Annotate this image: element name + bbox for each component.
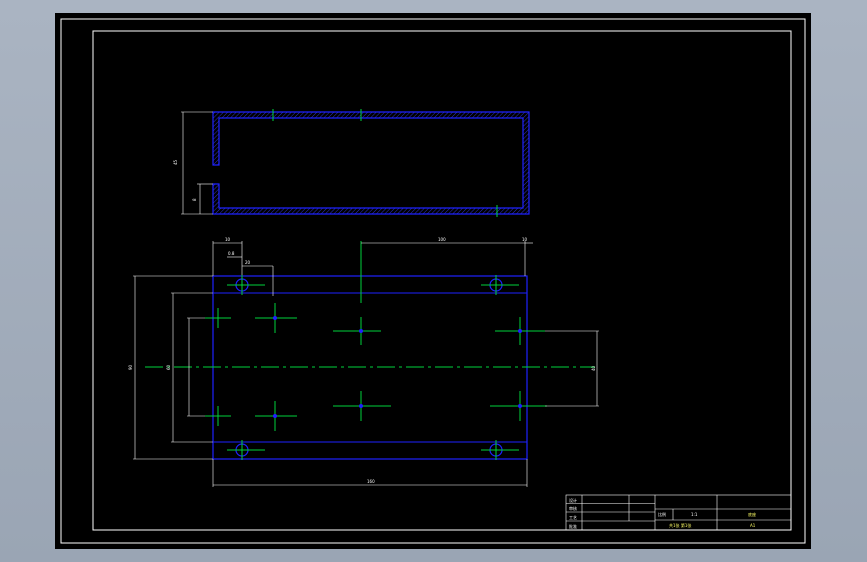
cad-viewport[interactable]: 45 8 10 0.8 20 100 10 90 60 40 160 设计 审核… — [55, 13, 811, 549]
plan-view: 10 0.8 20 100 10 90 60 40 160 — [128, 237, 599, 487]
title-row-4: 批准 — [569, 523, 577, 529]
sheet-outer-border — [60, 18, 806, 544]
dim-bottom-width: 160 — [367, 479, 375, 484]
dim-top-small: 8 — [192, 198, 197, 201]
dim-left-inner: 60 — [166, 364, 171, 370]
dim-top-right: 10 — [522, 237, 528, 242]
dim-top-span: 100 — [438, 237, 446, 242]
dim-top-height: 45 — [173, 159, 178, 165]
title-row-2: 审核 — [569, 505, 577, 511]
title-row-3: 工艺 — [569, 515, 577, 520]
dim-left-d1: 10 — [225, 237, 231, 242]
dim-left-outer: 90 — [128, 364, 133, 370]
sheet-inner-border — [92, 30, 792, 531]
dim-left-d3: 20 — [245, 260, 251, 265]
dim-left-d2: 0.8 — [228, 251, 235, 256]
part-name: 底座 — [748, 511, 756, 517]
drawing-number: A1 — [750, 523, 756, 528]
scale-label: 比例 — [658, 511, 666, 517]
sheet-label: 共1张 第1张 — [669, 522, 691, 528]
title-row-1: 设计 — [569, 497, 577, 503]
dim-right-height: 40 — [591, 365, 596, 371]
top-section-view: 45 8 — [173, 109, 530, 217]
scale-value: 1:1 — [691, 512, 698, 517]
title-block: 设计 审核 工艺 批准 比例 1:1 底座 共1张 第1张 A1 — [565, 494, 792, 531]
drawing-canvas: 45 8 10 0.8 20 100 10 90 60 40 160 设计 审核… — [60, 18, 806, 544]
